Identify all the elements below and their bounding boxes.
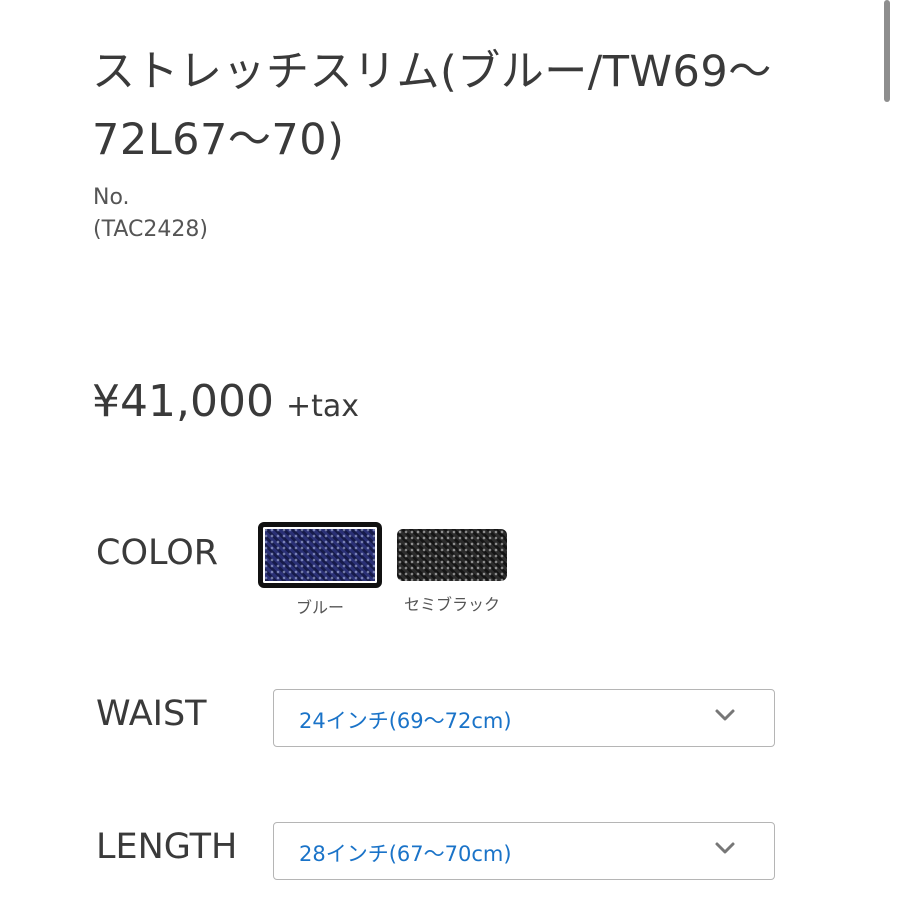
color-option-label: ブルー bbox=[295, 598, 344, 617]
length-selected-value: 28インチ(67〜70cm) bbox=[299, 842, 512, 866]
waist-selected-value: 24インチ(69〜72cm) bbox=[299, 709, 512, 733]
product-number-value: (TAC2428) bbox=[93, 217, 208, 242]
length-select[interactable]: 28インチ(67〜70cm) bbox=[273, 822, 775, 880]
color-option-semiblack[interactable]: セミブラック bbox=[397, 522, 507, 615]
product-number: No. (TAC2428) bbox=[93, 182, 208, 246]
color-swatch-blue[interactable] bbox=[258, 522, 382, 588]
chevron-down-icon bbox=[715, 842, 735, 854]
product-title: ストレッチスリム(ブルー/TW69〜72L67〜70) bbox=[92, 47, 772, 165]
color-option-blue[interactable]: ブルー bbox=[258, 522, 382, 618]
product-number-label: No. bbox=[93, 185, 130, 210]
price-tax: +tax bbox=[285, 389, 359, 424]
scrollbar[interactable] bbox=[884, 0, 890, 102]
color-swatch-semiblack[interactable] bbox=[397, 529, 507, 581]
color-swatches: ブルー セミブラック bbox=[258, 522, 528, 617]
price: ¥41,000 +tax bbox=[92, 372, 359, 432]
color-option-label: セミブラック bbox=[403, 595, 500, 614]
waist-label: WAIST bbox=[96, 694, 207, 734]
chevron-down-icon bbox=[715, 709, 735, 721]
waist-select[interactable]: 24インチ(69〜72cm) bbox=[273, 689, 775, 747]
color-label: COLOR bbox=[96, 533, 219, 573]
length-label: LENGTH bbox=[96, 827, 238, 867]
price-amount: ¥41,000 bbox=[92, 376, 274, 427]
